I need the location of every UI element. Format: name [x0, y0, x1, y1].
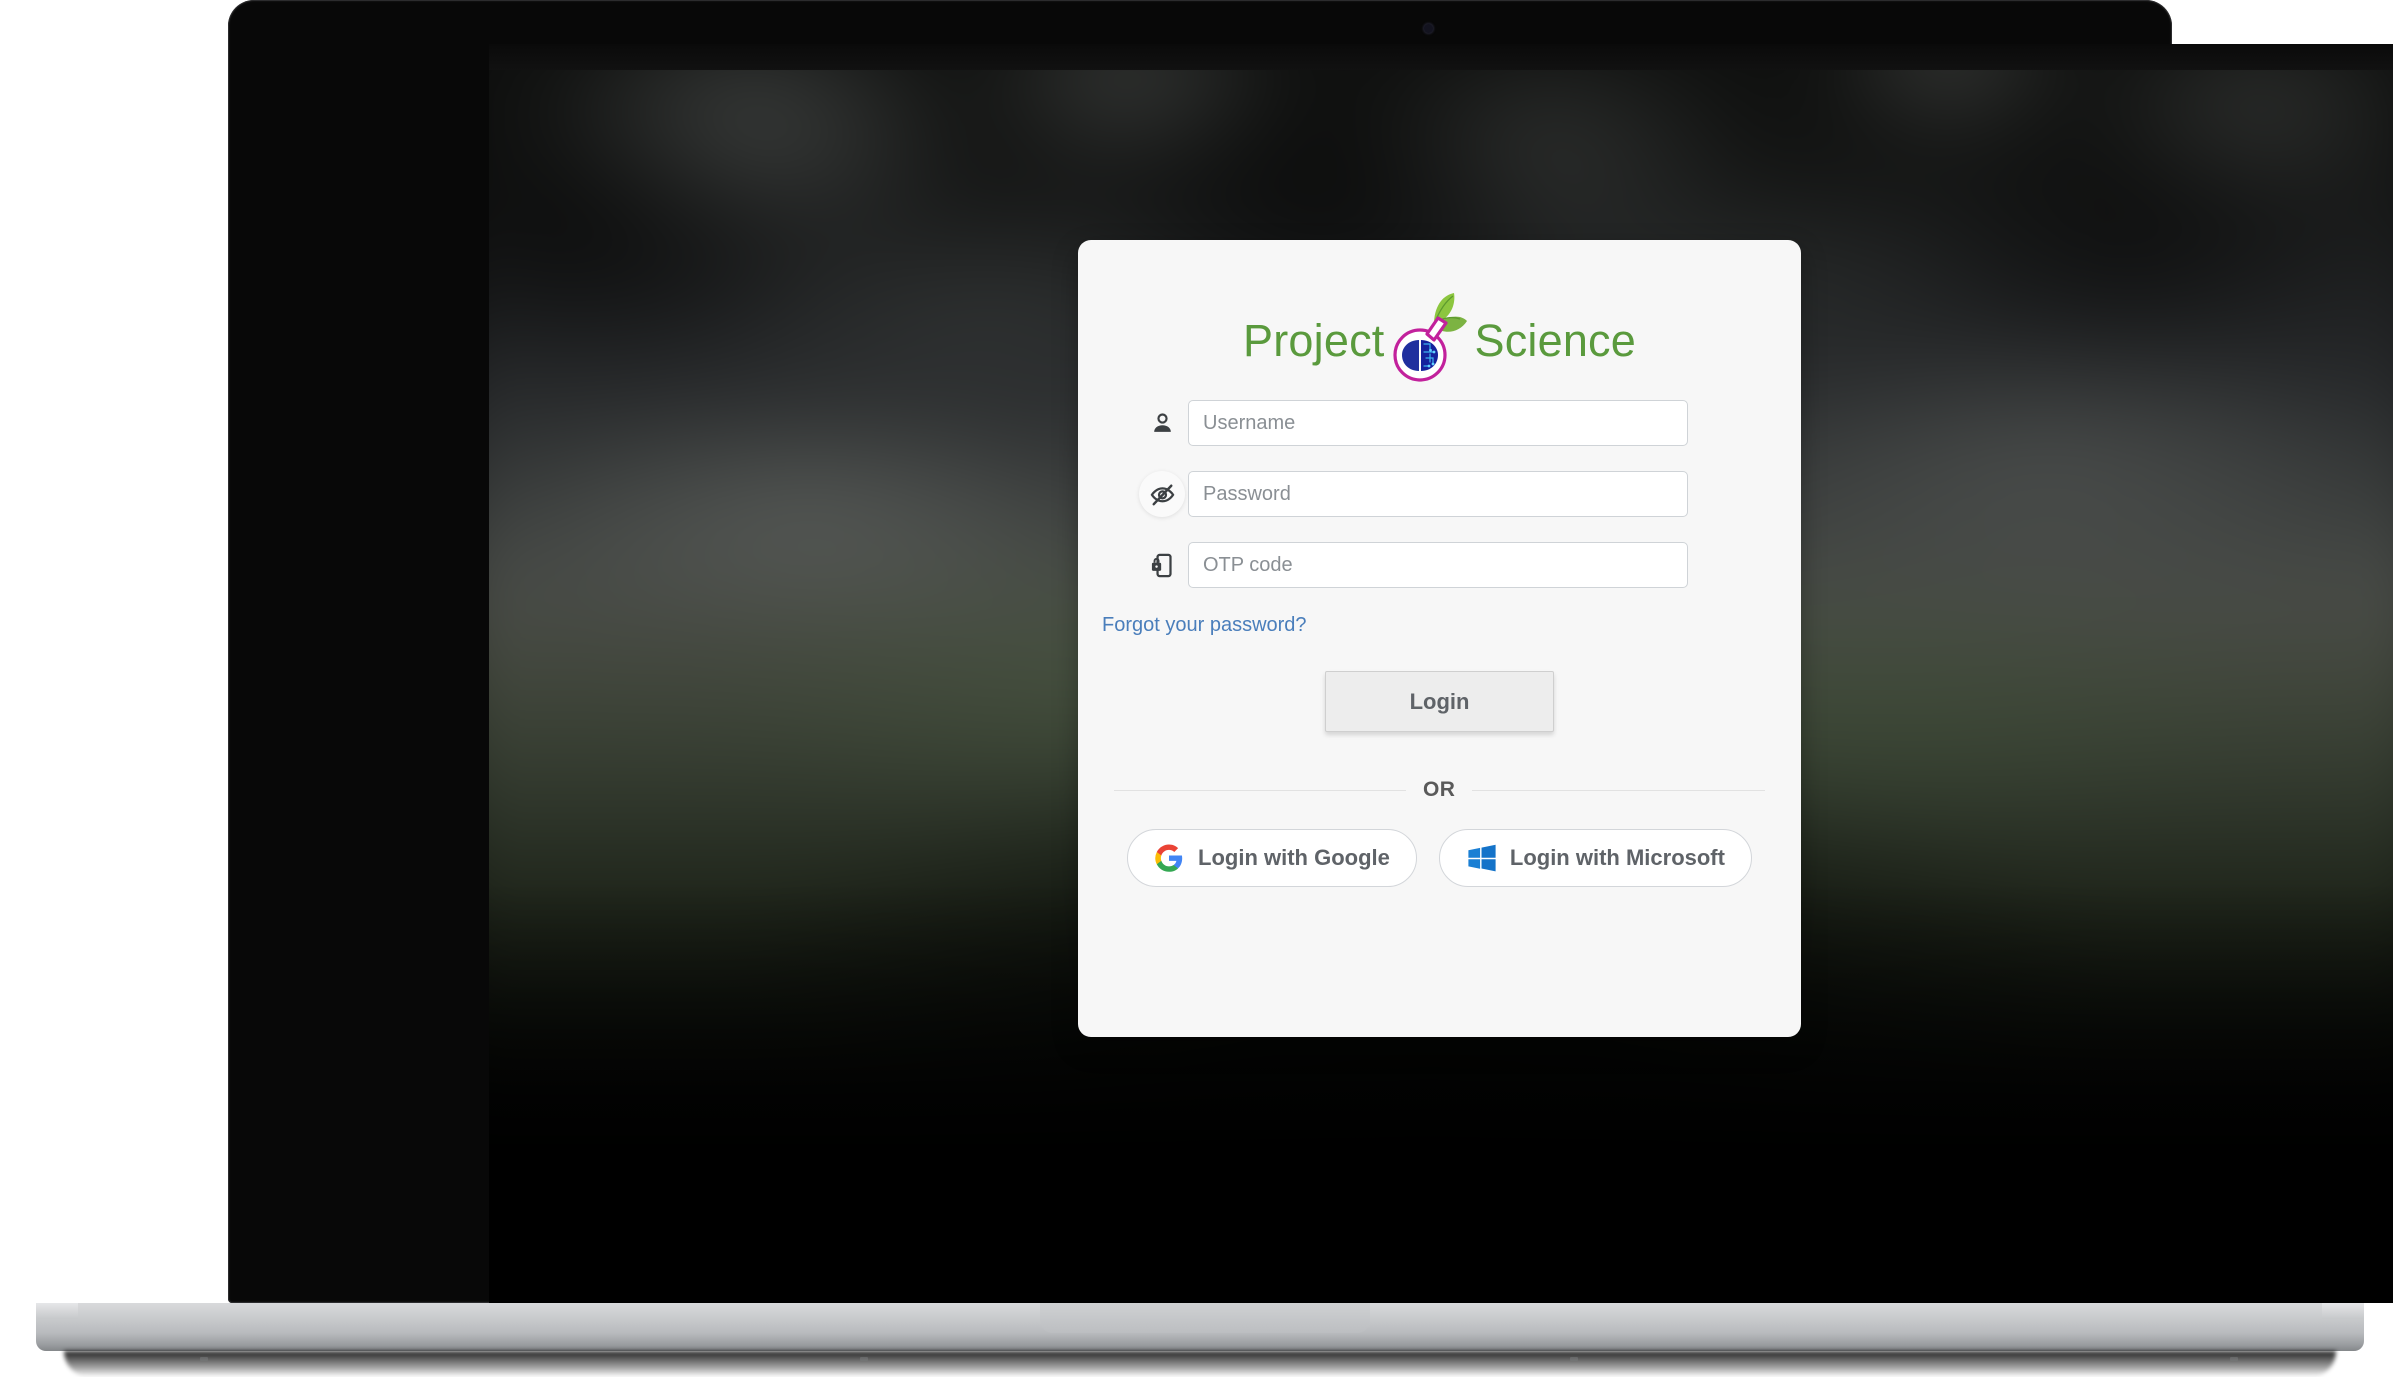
otp-field-row — [1078, 540, 1801, 590]
username-input[interactable] — [1188, 400, 1688, 446]
laptop-foot — [860, 1357, 868, 1361]
username-field-row — [1078, 398, 1801, 448]
laptop-foot — [200, 1357, 208, 1361]
login-form: Forgot your password? Login OR — [1078, 398, 1801, 887]
login-with-microsoft-label: Login with Microsoft — [1509, 845, 1725, 870]
phone-lock-icon — [1136, 540, 1188, 590]
flask-brain-leaf-logo-icon — [1390, 292, 1468, 388]
laptop-mockup: Project Science Username OTP code Forgot… — [0, 0, 2401, 1377]
laptop-lid: Project Science Username OTP code Forgot… — [228, 0, 2393, 1303]
login-card: Project Science Username OTP code Forgot… — [1078, 240, 1801, 1037]
person-icon — [1136, 398, 1188, 448]
camera-dot-icon — [1424, 24, 1433, 33]
screen-viewport: Project Science Username OTP code Forgot… — [489, 44, 2393, 1303]
brand-header: Project Science — [1078, 292, 1801, 388]
screen-top-shade — [489, 44, 2393, 70]
laptop-base-cap-left — [36, 1303, 78, 1319]
laptop-base-cap-right — [2322, 1303, 2364, 1319]
login-with-google-button[interactable]: Login with Google — [1127, 829, 1417, 887]
social-login-row: Login with Google Login with Microsoft — [1078, 829, 1801, 887]
password-input[interactable] — [1188, 471, 1688, 517]
or-divider: OR — [1114, 778, 1765, 802]
password-field-row — [1078, 469, 1801, 519]
brand-word-right: Science — [1474, 314, 1636, 366]
microsoft-window-icon — [1466, 843, 1496, 873]
eye-off-icon[interactable] — [1139, 471, 1185, 517]
laptop-foot — [2230, 1357, 2238, 1361]
password-visibility-toggle[interactable] — [1136, 469, 1188, 519]
laptop-base-shadow — [64, 1351, 2336, 1377]
divider-line-left — [1114, 789, 1406, 791]
google-g-icon — [1154, 843, 1184, 873]
login-with-microsoft-button[interactable]: Login with Microsoft — [1438, 829, 1752, 887]
divider-label: OR — [1423, 778, 1456, 801]
laptop-base-notch — [1040, 1303, 1370, 1333]
forgot-password-link[interactable]: Forgot your password? — [1102, 614, 1307, 637]
login-with-google-label: Login with Google — [1198, 845, 1390, 870]
login-button[interactable]: Login — [1325, 671, 1554, 732]
login-button-row: Login — [1078, 671, 1801, 732]
divider-line-right — [1472, 789, 1765, 791]
otp-input[interactable] — [1188, 542, 1688, 588]
brand-word-left: Project — [1243, 314, 1385, 366]
laptop-foot — [1570, 1357, 1578, 1361]
